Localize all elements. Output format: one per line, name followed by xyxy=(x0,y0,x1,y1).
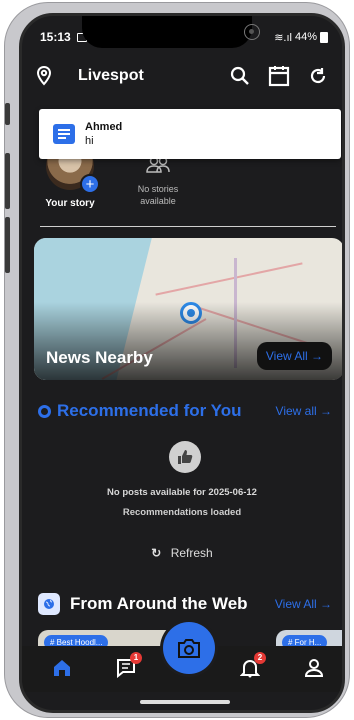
front-camera xyxy=(244,24,260,40)
chat-badge: 1 xyxy=(130,652,142,664)
status-time: 15:13 xyxy=(40,30,71,44)
your-story-label: Your story xyxy=(45,198,95,209)
volume-up-button xyxy=(5,153,10,209)
recommended-header: Recommended for You View all → xyxy=(38,401,332,421)
recommendations-status: Recommendations loaded xyxy=(122,507,242,518)
app-bar: Livespot xyxy=(22,58,342,94)
signal-icon: ≋.ıl xyxy=(274,31,292,44)
message-icon xyxy=(53,124,75,144)
refresh-small-icon: ↻ xyxy=(151,546,162,560)
from-web-view-all-link[interactable]: View All → xyxy=(275,597,332,611)
notification-sender: Ahmed xyxy=(85,121,123,133)
home-icon[interactable] xyxy=(52,658,72,683)
from-web-title: From Around the Web xyxy=(70,594,248,613)
camera-button[interactable] xyxy=(163,622,215,674)
refresh-button[interactable]: ↻ Refresh xyxy=(22,546,342,560)
news-nearby-card[interactable]: News Nearby View All → xyxy=(34,238,342,380)
no-stories-label-line1: No stories xyxy=(137,184,179,194)
app-screen: 15:13 ≋.ıl 44% Livespot + Your story No … xyxy=(19,13,345,713)
globe-icon xyxy=(38,593,60,615)
refresh-label: Refresh xyxy=(170,546,213,560)
divider xyxy=(40,226,336,227)
recommended-icon xyxy=(38,404,51,418)
news-view-all-button[interactable]: View All → xyxy=(256,342,332,370)
no-stories-label-line2: available xyxy=(140,196,176,206)
recommended-view-all-link[interactable]: View all → xyxy=(276,404,332,418)
side-button xyxy=(5,103,10,125)
chat-icon[interactable]: 1 xyxy=(116,652,142,683)
notch xyxy=(82,16,252,48)
location-pin-icon[interactable] xyxy=(36,66,52,86)
news-nearby-title: News Nearby xyxy=(46,348,153,367)
home-indicator xyxy=(140,700,230,704)
notification-message: hi xyxy=(85,135,94,147)
phone-frame: 15:13 ≋.ıl 44% Livespot + Your story No … xyxy=(4,2,350,718)
app-title: Livespot xyxy=(78,67,144,84)
thumbs-up-icon xyxy=(169,441,201,473)
recommended-title: Recommended for You xyxy=(57,401,242,420)
calendar-icon[interactable] xyxy=(268,65,290,87)
battery-percent: 44% xyxy=(294,31,317,43)
no-posts-message: No posts available for 2025-06-12 xyxy=(107,487,257,498)
volume-down-button xyxy=(5,217,10,273)
add-story-icon[interactable]: + xyxy=(80,174,100,194)
message-notification[interactable]: Ahmed hi xyxy=(39,109,341,159)
search-icon[interactable] xyxy=(230,66,250,86)
no-stories-placeholder: No stories available xyxy=(118,156,198,207)
notifications-badge: 2 xyxy=(254,652,266,664)
notifications-icon[interactable]: 2 xyxy=(239,652,266,683)
refresh-icon[interactable] xyxy=(308,66,328,86)
from-web-header: From Around the Web View All → xyxy=(38,593,332,615)
battery-icon xyxy=(320,31,328,43)
camera-icon xyxy=(178,639,200,658)
profile-icon[interactable] xyxy=(304,658,324,683)
